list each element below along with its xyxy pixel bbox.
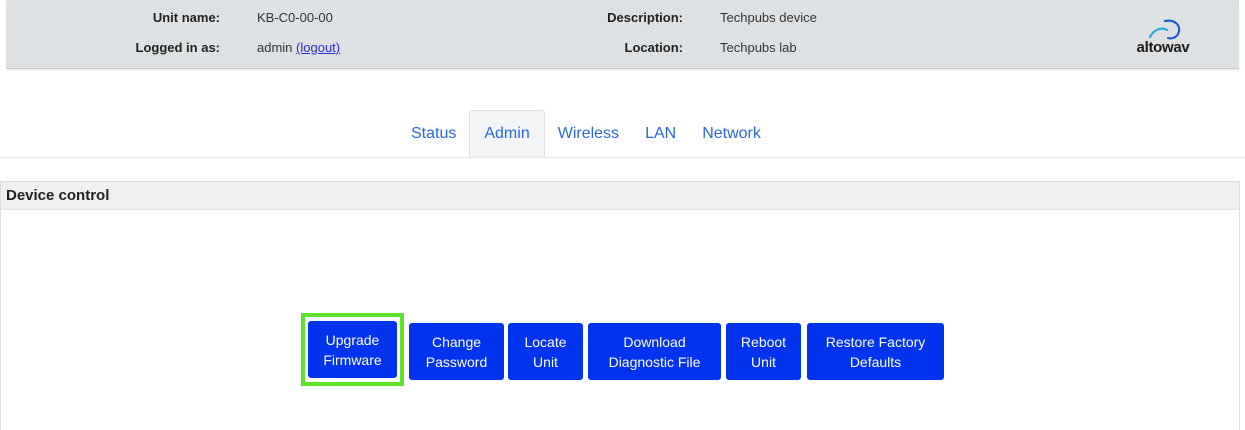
reboot-unit-line2: Unit — [751, 353, 776, 370]
locate-unit-line2: Unit — [533, 353, 558, 370]
description-value: Techpubs device — [720, 10, 817, 25]
tab-lan[interactable]: LAN — [632, 111, 689, 157]
description-label: Description: — [607, 10, 683, 25]
tabs-divider — [0, 157, 1245, 158]
change-password-line1: Change — [431, 333, 482, 350]
tab-wireless[interactable]: Wireless — [545, 111, 632, 157]
download-diagnostic-line1: Download — [623, 333, 686, 350]
upgrade-firmware-button[interactable]: Upgrade Firmware — [308, 321, 397, 378]
logged-in-user: admin — [257, 40, 293, 55]
panel-title: Device control — [1, 182, 1239, 210]
location-label: Location: — [624, 40, 684, 55]
download-diagnostic-file-button[interactable]: Download Diagnostic File — [588, 323, 721, 380]
unit-name-value: KB-C0-00-00 — [257, 10, 333, 25]
logo-text: altowav — [1136, 39, 1190, 56]
altowav-logo: altowav — [1128, 18, 1198, 62]
tab-network[interactable]: Network — [689, 111, 774, 157]
reboot-unit-line1: Reboot — [740, 333, 787, 350]
download-diagnostic-line2: Diagnostic File — [608, 353, 701, 370]
main-tabs: Status Admin Wireless LAN Network — [398, 110, 774, 157]
change-password-button[interactable]: Change Password — [409, 323, 504, 380]
locate-unit-button[interactable]: Locate Unit — [508, 323, 583, 380]
reboot-unit-button[interactable]: Reboot Unit — [726, 323, 801, 380]
restore-defaults-line1: Restore Factory — [825, 333, 926, 350]
restore-factory-defaults-button[interactable]: Restore Factory Defaults — [807, 323, 944, 380]
tab-status[interactable]: Status — [398, 111, 469, 157]
change-password-line2: Password — [425, 353, 488, 370]
upgrade-firmware-line1: Upgrade — [325, 331, 380, 348]
logged-in-label: Logged in as: — [135, 40, 221, 55]
device-control-panel: Device control Upgrade Firmware Change P… — [0, 181, 1240, 430]
logout-link[interactable]: (logout) — [296, 40, 340, 55]
tab-admin[interactable]: Admin — [469, 110, 545, 157]
unit-name-label: Unit name: — [152, 10, 220, 25]
restore-defaults-line2: Defaults — [849, 353, 902, 370]
logged-in-value: admin (logout) — [257, 40, 340, 55]
location-value: Techpubs lab — [720, 40, 797, 55]
upgrade-firmware-line2: Firmware — [323, 351, 382, 368]
header-bar: Unit name: KB-C0-00-00 Logged in as: adm… — [6, 0, 1239, 69]
locate-unit-line1: Locate — [524, 333, 567, 350]
